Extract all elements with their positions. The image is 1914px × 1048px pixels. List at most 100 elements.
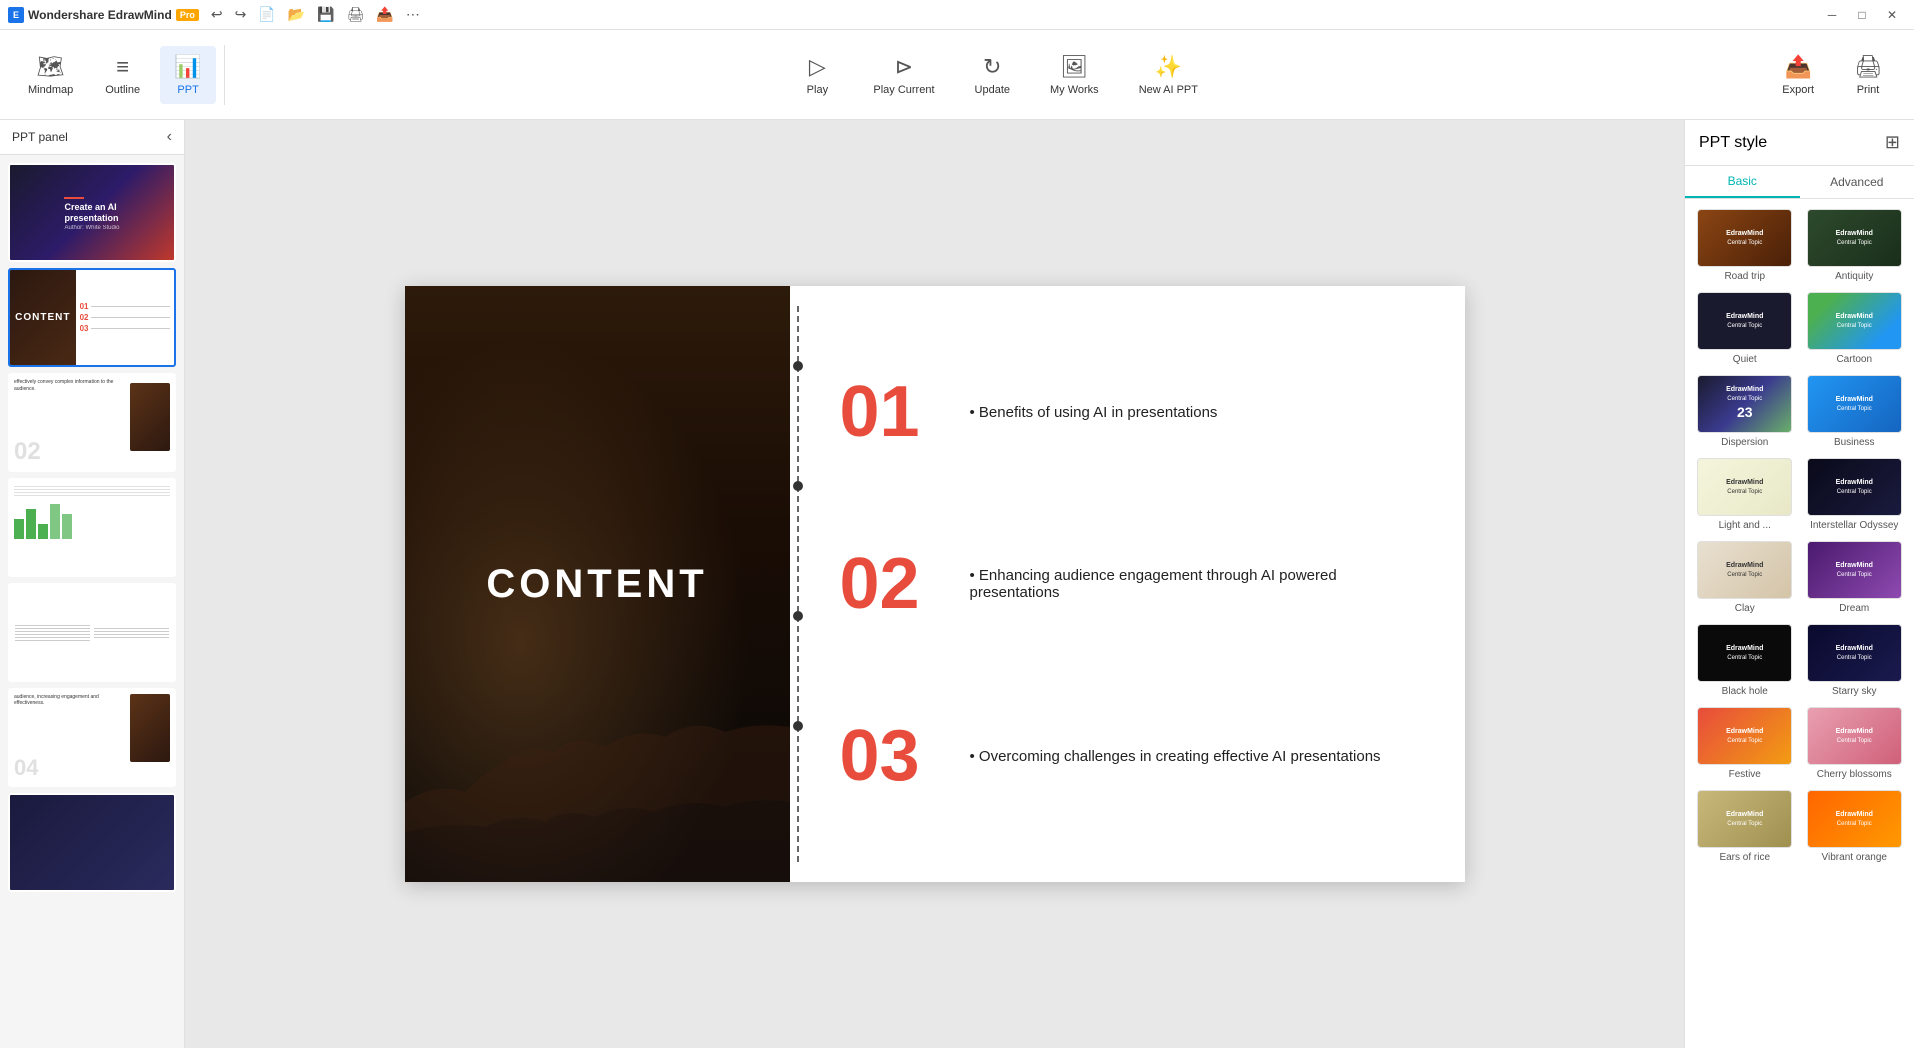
toolbar: 🗺 Mindmap ≡ Outline 📊 PPT ▷ Play ⊳ Play …: [0, 30, 1914, 120]
ppt-button[interactable]: 📊 PPT: [160, 46, 216, 104]
style-preview-dream: EdrawMind Central Topic: [1807, 541, 1902, 599]
style-name-business: Business: [1834, 437, 1875, 448]
panel-collapse-button[interactable]: ‹: [167, 128, 172, 146]
slide-thumbnail-5[interactable]: [8, 583, 176, 682]
new-file-button[interactable]: 📄: [254, 4, 279, 25]
style-item-cartoon[interactable]: EdrawMind Central Topic Cartoon: [1805, 292, 1905, 365]
style-item-vibrant-orange[interactable]: EdrawMind Central Topic Vibrant orange: [1805, 790, 1905, 863]
ppt-icon: 📊: [174, 54, 201, 80]
slide-thumbnail-7[interactable]: [8, 793, 176, 892]
style-preview-quiet: EdrawMind Central Topic: [1697, 292, 1792, 350]
slide-2-right: 01 02 03: [76, 270, 174, 365]
style-item-dispersion[interactable]: EdrawMind Central Topic 23 Dispersion: [1695, 375, 1795, 448]
slide-item-2: 02 Enhancing audience engagement through…: [840, 538, 1415, 630]
slide-number-3: 03: [840, 720, 940, 792]
more-button[interactable]: ⋯: [402, 4, 424, 25]
slide-7-preview: [10, 795, 174, 890]
minimize-button[interactable]: ─: [1818, 5, 1846, 25]
style-item-black-hole[interactable]: EdrawMind Central Topic Black hole: [1695, 624, 1795, 697]
slide-left-panel: CONTENT: [405, 286, 790, 882]
style-name-interstellar: Interstellar Odyssey: [1810, 520, 1898, 531]
mindmap-icon: 🗺: [37, 54, 65, 80]
red-bar: [64, 197, 84, 199]
slide-3-preview: effectively convey complex information t…: [10, 375, 174, 470]
slide-item-1-content: Benefits of using AI in presentations: [970, 404, 1218, 421]
style-item-antiquity[interactable]: EdrawMind Central Topic Antiquity: [1805, 209, 1905, 282]
slide-4-preview: [10, 480, 174, 575]
style-name-light: Light and ...: [1719, 520, 1771, 531]
undo-button[interactable]: ↩: [207, 4, 227, 25]
slide-2-item-2: 02: [80, 313, 170, 322]
slide-number-2: 02: [840, 548, 940, 620]
app-name: Wondershare EdrawMind: [28, 8, 172, 22]
play-current-button[interactable]: ⊳ Play Current: [861, 46, 946, 104]
slide-1-subtitle: Author: White Studio: [64, 225, 119, 231]
outline-icon: ≡: [116, 54, 129, 80]
my-works-button[interactable]: 🖼 My Works: [1038, 46, 1111, 104]
outline-button[interactable]: ≡ Outline: [93, 46, 152, 104]
style-item-light[interactable]: EdrawMind Central Topic Light and ...: [1695, 458, 1795, 531]
style-preview-light: EdrawMind Central Topic: [1697, 458, 1792, 516]
play-label: Play: [807, 84, 828, 96]
dashed-line-svg: [790, 306, 810, 862]
play-button[interactable]: ▷ Play: [789, 46, 845, 104]
export-title-button[interactable]: 📤: [372, 4, 397, 25]
style-item-clay[interactable]: EdrawMind Central Topic Clay: [1695, 541, 1795, 614]
panel-title: PPT panel: [12, 130, 68, 144]
print-button[interactable]: 🖨 Print: [1838, 46, 1898, 104]
slide-3-content: effectively convey complex information t…: [10, 375, 174, 470]
style-item-business[interactable]: EdrawMind Central Topic Business: [1805, 375, 1905, 448]
style-name-cherry-blossoms: Cherry blossoms: [1817, 769, 1892, 780]
slide-content-word: CONTENT: [486, 562, 707, 607]
style-preview-cherry-blossoms: EdrawMind Central Topic: [1807, 707, 1902, 765]
play-icon: ▷: [809, 54, 826, 80]
slide-2-content: CONTENT 01 02 03: [10, 270, 174, 365]
canvas-area: CONTENT 01 Benefits of using AI in prese…: [185, 120, 1684, 1048]
slide-bullet-1: Benefits of using AI in presentations: [970, 404, 1218, 421]
my-works-icon: 🖼: [1060, 54, 1088, 80]
slide-item-3-content: Overcoming challenges in creating effect…: [970, 748, 1381, 765]
mindmap-button[interactable]: 🗺 Mindmap: [16, 46, 85, 104]
style-preview-black-hole: EdrawMind Central Topic: [1697, 624, 1792, 682]
style-name-starry-sky: Starry sky: [1832, 686, 1876, 697]
save-file-button[interactable]: 💾: [313, 4, 338, 25]
slide-6-preview: audience, increasing engagement and effe…: [10, 690, 174, 785]
panel-toggle-button[interactable]: ⊞: [1885, 132, 1900, 153]
slide-thumbnail-2[interactable]: CONTENT 01 02 03: [8, 268, 176, 367]
style-item-ears-of-rice[interactable]: EdrawMind Central Topic Ears of rice: [1695, 790, 1795, 863]
new-ai-ppt-button[interactable]: ✨ New AI PPT: [1127, 46, 1210, 104]
slide-5-preview: [10, 585, 174, 680]
tab-basic[interactable]: Basic: [1685, 166, 1800, 198]
style-item-dream[interactable]: EdrawMind Central Topic Dream: [1805, 541, 1905, 614]
style-preview-business: EdrawMind Central Topic: [1807, 375, 1902, 433]
outline-label: Outline: [105, 84, 140, 96]
print-label: Print: [1857, 84, 1880, 96]
landscape-svg: [405, 682, 790, 882]
tab-advanced[interactable]: Advanced: [1800, 166, 1914, 198]
style-item-interstellar[interactable]: EdrawMind Central Topic Interstellar Ody…: [1805, 458, 1905, 531]
close-button[interactable]: ✕: [1878, 5, 1906, 25]
export-button[interactable]: 📤 Export: [1766, 46, 1830, 104]
export-label: Export: [1782, 84, 1814, 96]
slide-thumbnail-1[interactable]: Create an AIpresentation Author: White S…: [8, 163, 176, 262]
redo-button[interactable]: ↪: [231, 4, 251, 25]
style-tabs: Basic Advanced: [1685, 166, 1914, 199]
style-item-cherry-blossoms[interactable]: EdrawMind Central Topic Cherry blossoms: [1805, 707, 1905, 780]
open-file-button[interactable]: 📂: [284, 4, 309, 25]
slide-1-title: Create an AIpresentation: [64, 202, 119, 224]
style-item-quiet[interactable]: EdrawMind Central Topic Quiet: [1695, 292, 1795, 365]
print-title-button[interactable]: 🖨: [343, 4, 369, 25]
slide-thumbnail-4[interactable]: [8, 478, 176, 577]
slide-thumbnail-6[interactable]: audience, increasing engagement and effe…: [8, 688, 176, 787]
style-name-vibrant-orange: Vibrant orange: [1822, 852, 1887, 863]
slide-thumbnail-3[interactable]: effectively convey complex information t…: [8, 373, 176, 472]
style-item-road-trip[interactable]: EdrawMind Central Topic Road trip: [1695, 209, 1795, 282]
update-button[interactable]: ↻ Update: [963, 46, 1022, 104]
style-name-ears-of-rice: Ears of rice: [1719, 852, 1770, 863]
style-preview-road-trip: EdrawMind Central Topic: [1697, 209, 1792, 267]
style-item-festive[interactable]: EdrawMind Central Topic Festive: [1695, 707, 1795, 780]
style-name-dispersion: Dispersion: [1721, 437, 1768, 448]
slide-2-left: CONTENT: [10, 270, 76, 365]
maximize-button[interactable]: □: [1848, 5, 1876, 25]
style-item-starry-sky[interactable]: EdrawMind Central Topic Starry sky: [1805, 624, 1905, 697]
